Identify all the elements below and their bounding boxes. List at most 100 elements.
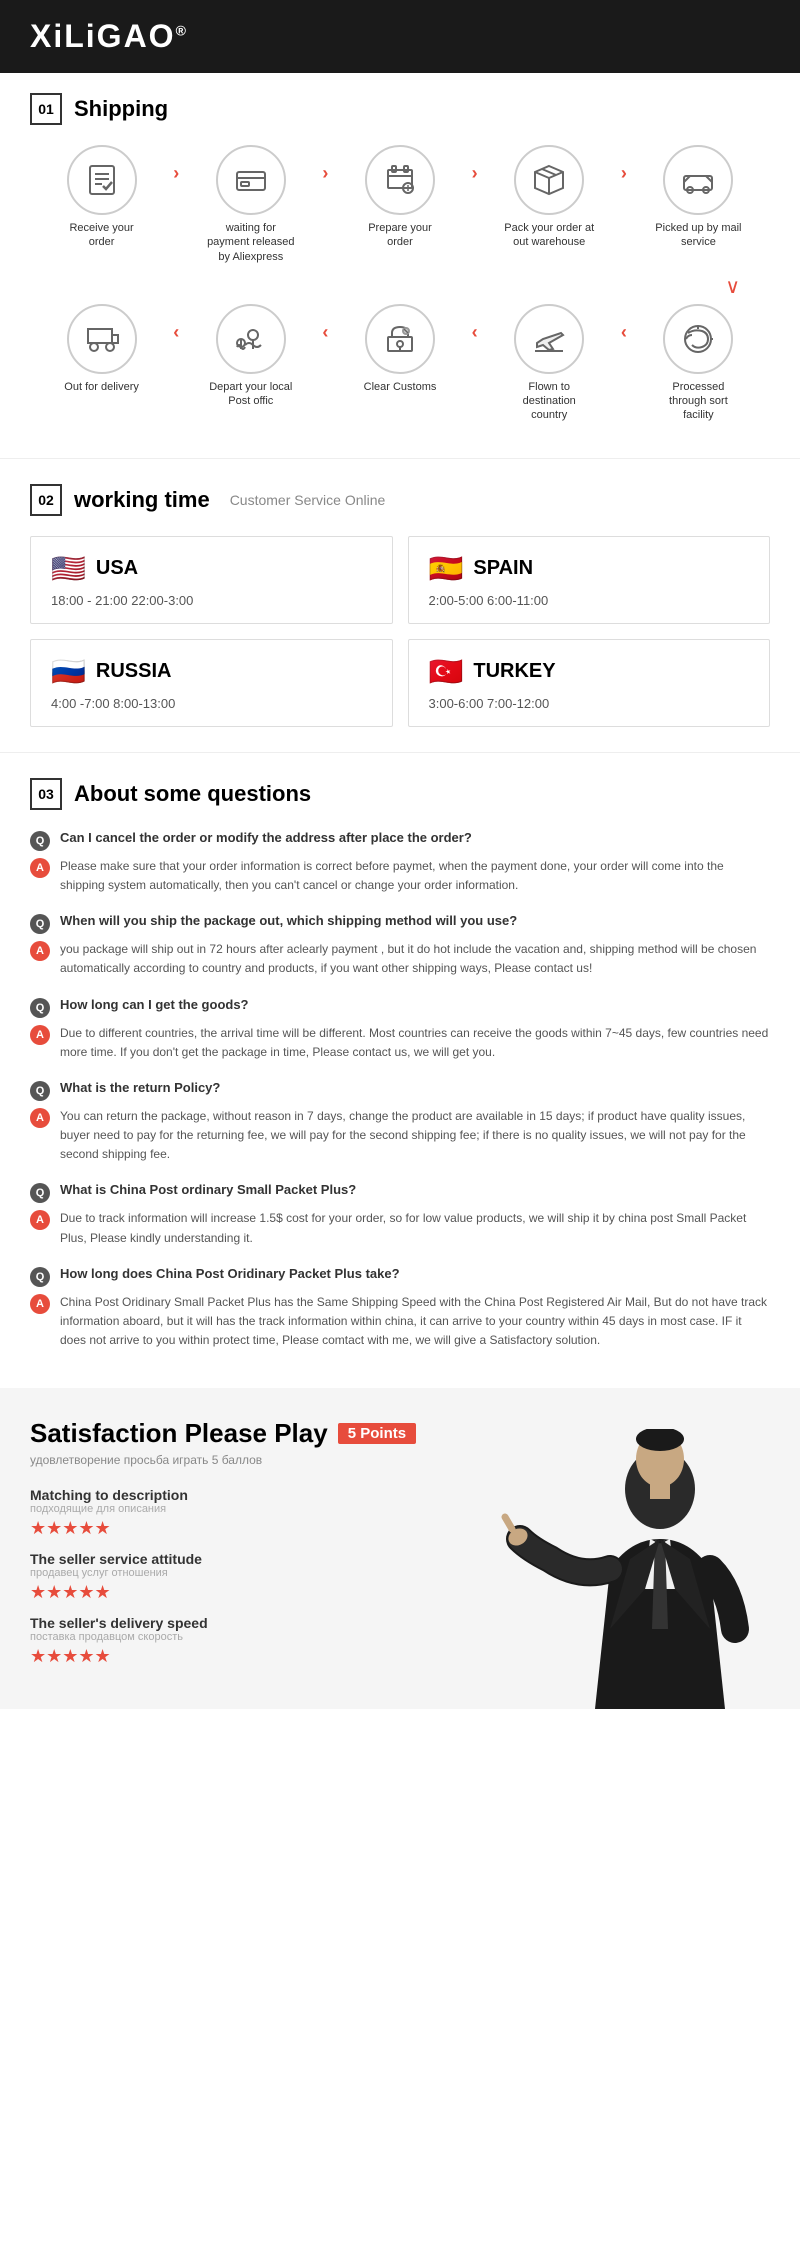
step-payment-label: waiting for payment released by Aliexpre… xyxy=(206,221,296,264)
q-row-2: Q When will you ship the package out, wh… xyxy=(30,913,770,934)
step-depart: Depart your local Post offic xyxy=(179,304,322,409)
q-badge-4: Q xyxy=(30,1081,50,1101)
satisfaction-title: Satisfaction Please Play 5 Points xyxy=(30,1418,490,1449)
qa-item-6: Q How long does China Post Oridinary Pac… xyxy=(30,1266,770,1351)
a-badge-3: A xyxy=(30,1025,50,1045)
step-depart-icon xyxy=(216,304,286,374)
a-row-4: A You can return the package, without re… xyxy=(30,1107,770,1165)
step-outdelivery-icon xyxy=(67,304,137,374)
q-row-5: Q What is China Post ordinary Small Pack… xyxy=(30,1182,770,1203)
arrow-down: ∨ xyxy=(30,274,770,299)
step-sort: Processed through sort facility xyxy=(627,304,770,423)
q-row-3: Q How long can I get the goods? xyxy=(30,997,770,1018)
step-receive-label: Receive your order xyxy=(57,221,147,250)
header: XiLiGAO® xyxy=(0,0,800,73)
section-num-02: 02 xyxy=(30,484,62,516)
questions-title: 03 About some questions xyxy=(30,778,770,810)
rating-2: The seller service attitude продавец усл… xyxy=(30,1551,490,1603)
q-text-5: What is China Post ordinary Small Packet… xyxy=(60,1182,356,1197)
q-badge-6: Q xyxy=(30,1267,50,1287)
step-payment-icon xyxy=(216,145,286,215)
step-receive-icon xyxy=(67,145,137,215)
brand-sup: ® xyxy=(176,22,188,38)
country-russia: 🇷🇺 RUSSIA 4:00 -7:00 8:00-13:00 xyxy=(30,639,393,727)
working-subtitle: Customer Service Online xyxy=(230,492,386,508)
step-receive: Receive your order xyxy=(30,145,173,250)
rating-3: The seller's delivery speed поставка про… xyxy=(30,1615,490,1667)
rating-label-2: The seller service attitude xyxy=(30,1551,490,1567)
step-flown-label: Flown to destination country xyxy=(504,380,594,423)
step-customs-icon xyxy=(365,304,435,374)
a-text-6: China Post Oridinary Small Packet Plus h… xyxy=(60,1293,770,1351)
satisfaction-sub: удовлетворение просьба играть 5 баллов xyxy=(30,1453,490,1467)
brand-text: XiLiGAO xyxy=(30,18,176,54)
working-label: working time xyxy=(74,487,210,513)
step-outdelivery-label: Out for delivery xyxy=(64,380,139,394)
a-text-5: Due to track information will increase 1… xyxy=(60,1209,770,1247)
country-spain: 🇪🇸 SPAIN 2:00-5:00 6:00-11:00 xyxy=(408,536,771,624)
q-row-6: Q How long does China Post Oridinary Pac… xyxy=(30,1266,770,1287)
spain-hours: 2:00-5:00 6:00-11:00 xyxy=(429,593,750,608)
rating-label-3: The seller's delivery speed xyxy=(30,1615,490,1631)
satisfaction-title-text: Satisfaction Please Play xyxy=(30,1418,328,1449)
step-flown: Flown to destination country xyxy=(478,304,621,423)
rating-label-1: Matching to description xyxy=(30,1487,490,1503)
a-row-6: A China Post Oridinary Small Packet Plus… xyxy=(30,1293,770,1351)
shipping-row-1: Receive your order › waiting for payment… xyxy=(30,145,770,264)
step-outdelivery: Out for delivery xyxy=(30,304,173,394)
qa-item-5: Q What is China Post ordinary Small Pack… xyxy=(30,1182,770,1247)
step-pickup: Picked up by mail service xyxy=(627,145,770,250)
turkey-label: TURKEY xyxy=(473,660,555,683)
country-grid: 🇺🇸 USA 18:00 - 21:00 22:00-3:00 🇪🇸 SPAIN… xyxy=(30,536,770,727)
shipping-label: Shipping xyxy=(74,96,168,122)
step-pickup-icon xyxy=(663,145,733,215)
spain-name: 🇪🇸 SPAIN xyxy=(429,552,750,585)
q-badge-2: Q xyxy=(30,914,50,934)
section-num-03: 03 xyxy=(30,778,62,810)
rating-stars-2: ★★★★★ xyxy=(30,1582,490,1603)
step-pack-label: Pack your order at out warehouse xyxy=(504,221,594,250)
a-row-1: A Please make sure that your order infor… xyxy=(30,857,770,895)
questions-section: 03 About some questions Q Can I cancel t… xyxy=(0,758,800,1389)
step-flown-icon xyxy=(514,304,584,374)
man-figure xyxy=(500,1429,800,1709)
q-text-1: Can I cancel the order or modify the add… xyxy=(60,830,472,845)
step-pack-icon xyxy=(514,145,584,215)
rating-sub-2: продавец услуг отношения xyxy=(30,1567,490,1579)
russia-flag: 🇷🇺 xyxy=(51,655,86,688)
usa-hours: 18:00 - 21:00 22:00-3:00 xyxy=(51,593,372,608)
q-row-1: Q Can I cancel the order or modify the a… xyxy=(30,830,770,851)
shipping-row-2: Out for delivery ‹ Depart your local Pos… xyxy=(30,304,770,423)
a-row-2: A you package will ship out in 72 hours … xyxy=(30,940,770,978)
a-badge-5: A xyxy=(30,1210,50,1230)
turkey-hours: 3:00-6:00 7:00-12:00 xyxy=(429,696,750,711)
rating-stars-1: ★★★★★ xyxy=(30,1518,490,1539)
rating-sub-1: подходящие для описания xyxy=(30,1503,490,1515)
working-section: 02 working time Customer Service Online … xyxy=(0,464,800,747)
a-badge-6: A xyxy=(30,1294,50,1314)
a-text-3: Due to different countries, the arrival … xyxy=(60,1024,770,1062)
spain-label: SPAIN xyxy=(473,557,533,580)
qa-list: Q Can I cancel the order or modify the a… xyxy=(30,830,770,1351)
q-badge-3: Q xyxy=(30,998,50,1018)
qa-item-2: Q When will you ship the package out, wh… xyxy=(30,913,770,978)
usa-label: USA xyxy=(96,557,138,580)
q-badge-5: Q xyxy=(30,1183,50,1203)
turkey-name: 🇹🇷 TURKEY xyxy=(429,655,750,688)
a-text-1: Please make sure that your order informa… xyxy=(60,857,770,895)
step-sort-icon xyxy=(663,304,733,374)
rating-1: Matching to description подходящие для о… xyxy=(30,1487,490,1539)
step-prepare: Prepare your order xyxy=(328,145,471,250)
a-badge-4: A xyxy=(30,1108,50,1128)
spain-flag: 🇪🇸 xyxy=(429,552,464,585)
rating-sub-3: поставка продавцом скорость xyxy=(30,1631,490,1643)
shipping-title: 01 Shipping xyxy=(30,93,770,125)
a-badge-1: A xyxy=(30,858,50,878)
usa-flag: 🇺🇸 xyxy=(51,552,86,585)
rating-stars-3: ★★★★★ xyxy=(30,1646,490,1667)
step-payment: waiting for payment released by Aliexpre… xyxy=(179,145,322,264)
qa-item-1: Q Can I cancel the order or modify the a… xyxy=(30,830,770,895)
step-prepare-icon xyxy=(365,145,435,215)
questions-label: About some questions xyxy=(74,781,311,807)
q-row-4: Q What is the return Policy? xyxy=(30,1080,770,1101)
